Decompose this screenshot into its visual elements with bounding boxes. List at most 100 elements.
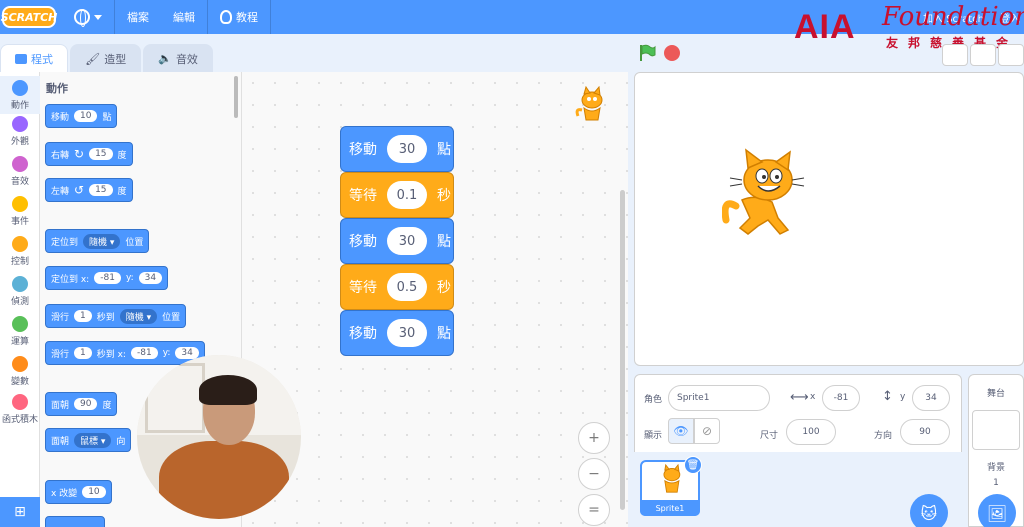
category-variables[interactable]: 變數	[0, 356, 40, 387]
extension-icon: ⊞	[14, 504, 26, 520]
palette-block-point-direction[interactable]: 面朝 90 度	[45, 392, 118, 416]
block-text: 等待	[349, 188, 377, 204]
block-dropdown[interactable]: 隨機 ▾	[119, 308, 158, 324]
palette-block-turn-left[interactable]: 左轉 ↺ 15 度	[45, 178, 133, 202]
fullscreen-button[interactable]	[998, 44, 1024, 66]
block-text: 度	[117, 186, 127, 197]
block-text: 滑行	[51, 349, 70, 360]
sprite-label: 角色	[644, 395, 663, 405]
zoom-in-icon: +	[588, 430, 600, 446]
add-extension-button[interactable]: ⊞	[0, 497, 40, 527]
block-input[interactable]: 1	[74, 347, 92, 359]
palette-block-goto-xy[interactable]: 定位到 x: -81 y: 34	[45, 266, 169, 290]
y-position-input[interactable]: 34	[912, 385, 950, 411]
small-stage-button[interactable]	[942, 44, 968, 66]
block-input[interactable]: 90	[74, 398, 98, 410]
category-sound[interactable]: 音效	[0, 156, 40, 187]
tab-costumes[interactable]: 🖌 造型	[70, 44, 142, 72]
zoom-reset-button[interactable]: =	[578, 494, 610, 526]
stop-button[interactable]	[664, 45, 680, 61]
block-text: 點	[437, 234, 451, 250]
sprite-name-input[interactable]: Sprite1	[668, 385, 770, 411]
script-block-move-2[interactable]: 移動 30 點	[340, 218, 454, 264]
block-input[interactable]: 30	[387, 135, 427, 163]
block-input[interactable]: 0.5	[387, 273, 427, 301]
code-icon	[15, 53, 27, 64]
block-input[interactable]: 10	[82, 486, 106, 498]
x-position-input[interactable]: -81	[822, 385, 860, 411]
zoom-reset-icon: =	[588, 502, 600, 518]
y-arrows-icon: ↕	[882, 389, 893, 404]
workspace-scrollbar[interactable]	[620, 190, 625, 510]
chevron-down-icon	[94, 14, 102, 20]
palette-scrollbar[interactable]	[234, 76, 238, 118]
category-sensing[interactable]: 偵測	[0, 276, 40, 307]
script-block-move-1[interactable]: 移動 30 點	[340, 126, 454, 172]
palette-block-glide[interactable]: 滑行 1 秒到 隨機 ▾ 位置	[45, 304, 187, 328]
palette-block-turn-right[interactable]: 右轉 ↻ 15 度	[45, 142, 133, 166]
scratch-logo[interactable]: SCRATCH	[1, 6, 57, 28]
category-control[interactable]: 控制	[0, 236, 40, 267]
palette-block-point-towards[interactable]: 面朝 鼠標 ▾ 向	[45, 428, 132, 452]
script-block-wait-2[interactable]: 等待 0.5 秒	[340, 264, 454, 310]
category-my-blocks[interactable]: 函式積木	[0, 394, 40, 425]
block-dropdown[interactable]: 隨機 ▾	[83, 233, 121, 249]
category-looks[interactable]: 外觀	[0, 116, 40, 147]
category-label: 運算	[10, 337, 29, 347]
large-stage-button[interactable]	[970, 44, 996, 66]
size-label: 尺寸	[760, 431, 779, 441]
category-dot-icon	[12, 196, 28, 212]
palette-block-partial[interactable]	[45, 516, 105, 527]
direction-input[interactable]: 90	[900, 419, 950, 445]
block-text: 秒到 x:	[96, 349, 126, 360]
palette-block-move[interactable]: 移動 10 點	[45, 104, 118, 128]
tab-sounds[interactable]: 🔈 音效	[143, 44, 213, 72]
y-label: y	[900, 392, 906, 402]
category-dot-icon	[12, 356, 28, 372]
block-text: 左轉	[51, 186, 70, 197]
sprite-thumbnail-name: Sprite1	[640, 500, 700, 516]
category-motion[interactable]: 動作	[0, 76, 40, 114]
choose-sprite-button[interactable]: 🐱	[910, 494, 948, 527]
delete-sprite-button[interactable]: 🗑	[684, 456, 702, 474]
size-input[interactable]: 100	[786, 419, 836, 445]
stage-canvas[interactable]	[634, 72, 1024, 366]
zoom-out-button[interactable]: −	[578, 458, 610, 490]
choose-backdrop-button[interactable]: 🖼	[978, 494, 1016, 527]
editor-tabs: 程式 🖌 造型 🔈 音效	[0, 44, 215, 72]
block-text: 秒	[437, 280, 451, 296]
edit-menu[interactable]: 編輯	[161, 0, 207, 34]
block-input[interactable]: 15	[89, 148, 113, 160]
tab-code[interactable]: 程式	[0, 44, 68, 72]
green-flag-button[interactable]	[638, 44, 656, 62]
block-text: 移動	[349, 142, 377, 158]
file-menu[interactable]: 檔案	[115, 0, 161, 34]
language-menu[interactable]	[62, 0, 114, 34]
zoom-in-button[interactable]: +	[578, 422, 610, 454]
stage-thumbnail[interactable]	[972, 410, 1020, 450]
script-block-move-3[interactable]: 移動 30 點	[340, 310, 454, 356]
block-input[interactable]: 34	[138, 272, 163, 284]
hide-sprite-button[interactable]: ⊘	[694, 418, 720, 444]
stage-sprite[interactable]	[722, 148, 806, 236]
category-events[interactable]: 事件	[0, 196, 40, 227]
block-dropdown[interactable]: 鼠標 ▾	[74, 432, 112, 448]
block-input[interactable]: 15	[89, 184, 113, 196]
block-input[interactable]: 10	[74, 110, 98, 122]
block-input[interactable]: 30	[387, 227, 427, 255]
tutorials-menu[interactable]: 教程	[208, 0, 270, 34]
show-sprite-button[interactable]: 👁	[668, 418, 694, 444]
script-block-wait-1[interactable]: 等待 0.1 秒	[340, 172, 454, 218]
block-input[interactable]: -81	[94, 272, 121, 284]
block-input[interactable]: 30	[387, 319, 427, 347]
palette-block-change-x[interactable]: x 改變 10	[45, 480, 112, 504]
block-text: 等待	[349, 280, 377, 296]
block-input[interactable]: 1	[74, 310, 92, 322]
category-operators[interactable]: 運算	[0, 316, 40, 347]
rotate-left-icon: ↺	[74, 183, 85, 197]
palette-block-goto[interactable]: 定位到 隨機 ▾ 位置	[45, 229, 150, 253]
category-label: 音效	[10, 177, 29, 187]
backdrops-count: 1	[993, 478, 999, 488]
webcam-background	[145, 363, 205, 433]
block-input[interactable]: 0.1	[387, 181, 427, 209]
